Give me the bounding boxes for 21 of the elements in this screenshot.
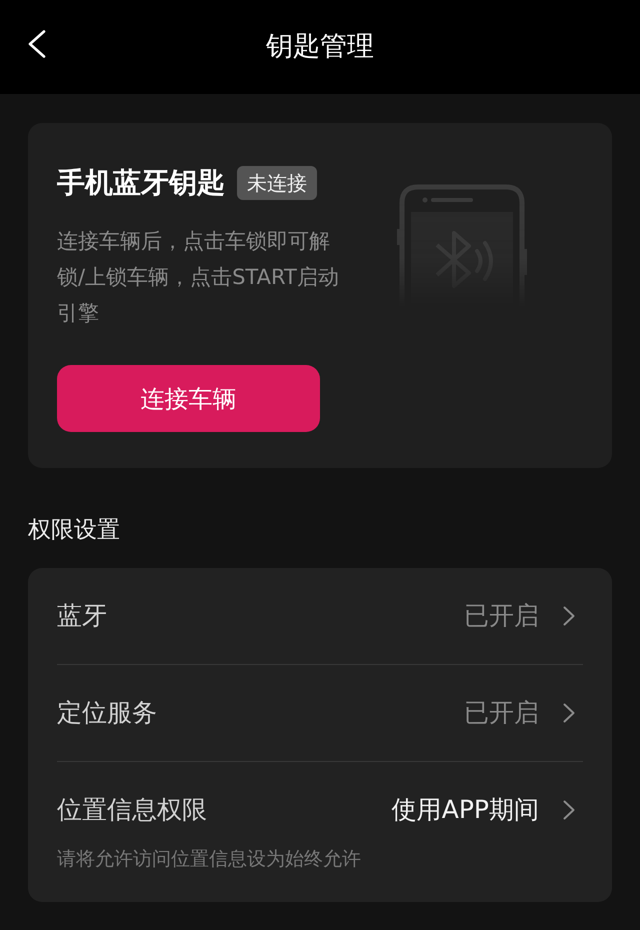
settings-row[interactable]: 位置信息权限 使用APP期间 请将允许访问位置信息设为始终允许 <box>57 761 583 902</box>
card-title: 手机蓝牙钥匙 <box>57 165 225 201</box>
back-button[interactable] <box>28 30 46 58</box>
setting-label: 定位服务 <box>57 697 158 729</box>
settings-row[interactable]: 定位服务 已开启 <box>57 664 583 761</box>
chevron-right-icon <box>563 703 575 723</box>
chevron-left-icon <box>28 30 46 58</box>
description-text: 连接车辆后，点击车锁即可解锁/上锁车辆，点击START启动引擎 <box>57 228 340 327</box>
status-badge: 未连接 <box>237 166 317 200</box>
chevron-right-icon <box>563 606 575 626</box>
hint-text: 请将允许访问位置信息设为始终允许 <box>57 847 362 872</box>
section-title: 权限设置 <box>28 516 121 545</box>
setting-value: 已开启 <box>464 697 539 729</box>
setting-label: 位置信息权限 <box>57 794 208 826</box>
settings-row[interactable]: 蓝牙 已开启 <box>57 568 583 664</box>
setting-value: 已开启 <box>464 600 539 632</box>
page-title: 钥匙管理 <box>266 30 374 64</box>
chevron-right-icon <box>563 800 575 820</box>
connect-button[interactable]: 连接车辆 <box>57 365 320 432</box>
setting-label: 蓝牙 <box>57 600 108 632</box>
setting-value: 使用APP期间 <box>392 794 539 826</box>
